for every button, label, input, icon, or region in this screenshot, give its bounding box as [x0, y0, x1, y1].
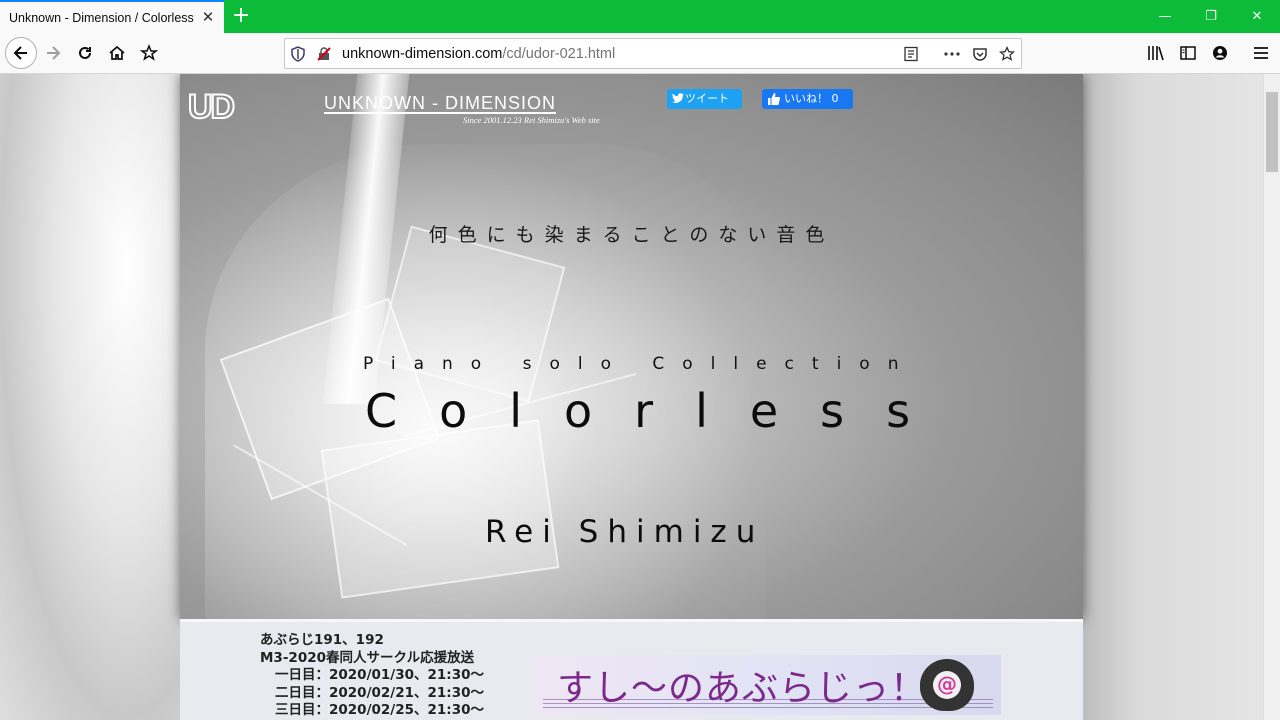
- library-icon[interactable]: [1141, 38, 1171, 68]
- home-button[interactable]: [102, 38, 132, 68]
- tweet-button[interactable]: ツイート: [667, 89, 742, 109]
- close-tab-icon[interactable]: ✕: [200, 9, 216, 25]
- ice-cube-graphic: [320, 419, 560, 599]
- bookmark-star-button[interactable]: [134, 38, 164, 68]
- url-path: /cd/udor-021.html: [502, 46, 616, 62]
- account-icon[interactable]: [1205, 38, 1235, 68]
- info-line: 二日目：2020/02/21、21:30～: [275, 684, 484, 701]
- restore-icon[interactable]: ❐: [1188, 0, 1234, 33]
- logo-name: UNKNOWN - DIMENSION: [324, 93, 556, 114]
- thumbs-up-icon: [768, 93, 780, 105]
- at-sign-icon: @: [933, 671, 961, 699]
- tab-title: Unknown - Dimension / Colorless: [9, 10, 194, 25]
- nav-bar: unknown-dimension.com/cd/udor-021.html: [0, 33, 1280, 74]
- info-line: M3-2020春同人サークル応援放送: [260, 649, 475, 666]
- new-tab-icon[interactable]: +: [230, 5, 252, 27]
- logo-mark: UD: [187, 88, 236, 126]
- pocket-icon[interactable]: [971, 45, 989, 63]
- background-left: [0, 74, 180, 720]
- tweet-label: ツイート: [685, 92, 729, 105]
- shield-icon[interactable]: [289, 45, 307, 63]
- album-series: Piano solo Collection: [363, 354, 917, 374]
- url-text[interactable]: unknown-dimension.com/cd/udor-021.html: [342, 46, 615, 62]
- vertical-scrollbar[interactable]: [1263, 74, 1280, 720]
- forward-button[interactable]: [38, 38, 68, 68]
- minimize-icon[interactable]: —: [1142, 0, 1188, 33]
- like-label: いいね！ 0: [784, 92, 839, 105]
- tab-active[interactable]: Unknown - Dimension / Colorless ✕: [0, 0, 224, 33]
- site-logo[interactable]: UD UNKNOWN - DIMENSION Since 2001.12.23 …: [187, 88, 638, 126]
- broadcast-info-section: あぶらじ191、192 M3-2020春同人サークル応援放送 一日目：2020/…: [180, 619, 1083, 720]
- background-right: [1083, 74, 1263, 720]
- page-actions-icon[interactable]: [943, 45, 961, 63]
- menu-icon[interactable]: [1246, 38, 1276, 68]
- broadcast-info-text: あぶらじ191、192 M3-2020春同人サークル応援放送 一日目：2020/…: [260, 632, 484, 720]
- back-button[interactable]: [5, 37, 37, 69]
- logo-subtitle: Since 2001.12.23 Rei Shimizu's Web site: [463, 115, 600, 125]
- twitter-bird-icon: [672, 93, 684, 103]
- tagline: 何色にも染まることのない音色: [428, 224, 835, 246]
- banner-text: すし～のあぶらじっ！: [557, 668, 928, 709]
- scrollbar-thumb[interactable]: [1266, 92, 1278, 172]
- facebook-like-button[interactable]: いいね！ 0: [762, 89, 853, 109]
- radio-banner[interactable]: すし～のあぶらじっ！ @: [533, 655, 1001, 715]
- sidebar-icon[interactable]: [1173, 38, 1203, 68]
- reader-view-icon[interactable]: [902, 45, 920, 63]
- info-line: 一日目：2020/01/30、21:30～: [275, 667, 484, 683]
- bookmark-page-icon[interactable]: [998, 45, 1016, 63]
- url-bar[interactable]: unknown-dimension.com/cd/udor-021.html: [284, 38, 1022, 69]
- reload-button[interactable]: [70, 38, 100, 68]
- title-bar: Unknown - Dimension / Colorless ✕ + — ❐ …: [0, 0, 1280, 33]
- url-domain: unknown-dimension.com: [342, 46, 503, 62]
- artist-name: Rei Shimizu: [485, 514, 765, 550]
- insecure-lock-icon[interactable]: [315, 45, 333, 63]
- info-line: 三日目：2020/02/25、21:30～: [275, 702, 484, 718]
- page-viewport: UD UNKNOWN - DIMENSION Since 2001.12.23 …: [0, 74, 1263, 720]
- album-title: Colorless: [365, 384, 953, 438]
- info-line: あぶらじ191、192: [260, 632, 384, 648]
- close-window-icon[interactable]: ✕: [1234, 0, 1280, 33]
- hero-image: UD UNKNOWN - DIMENSION Since 2001.12.23 …: [180, 74, 1083, 619]
